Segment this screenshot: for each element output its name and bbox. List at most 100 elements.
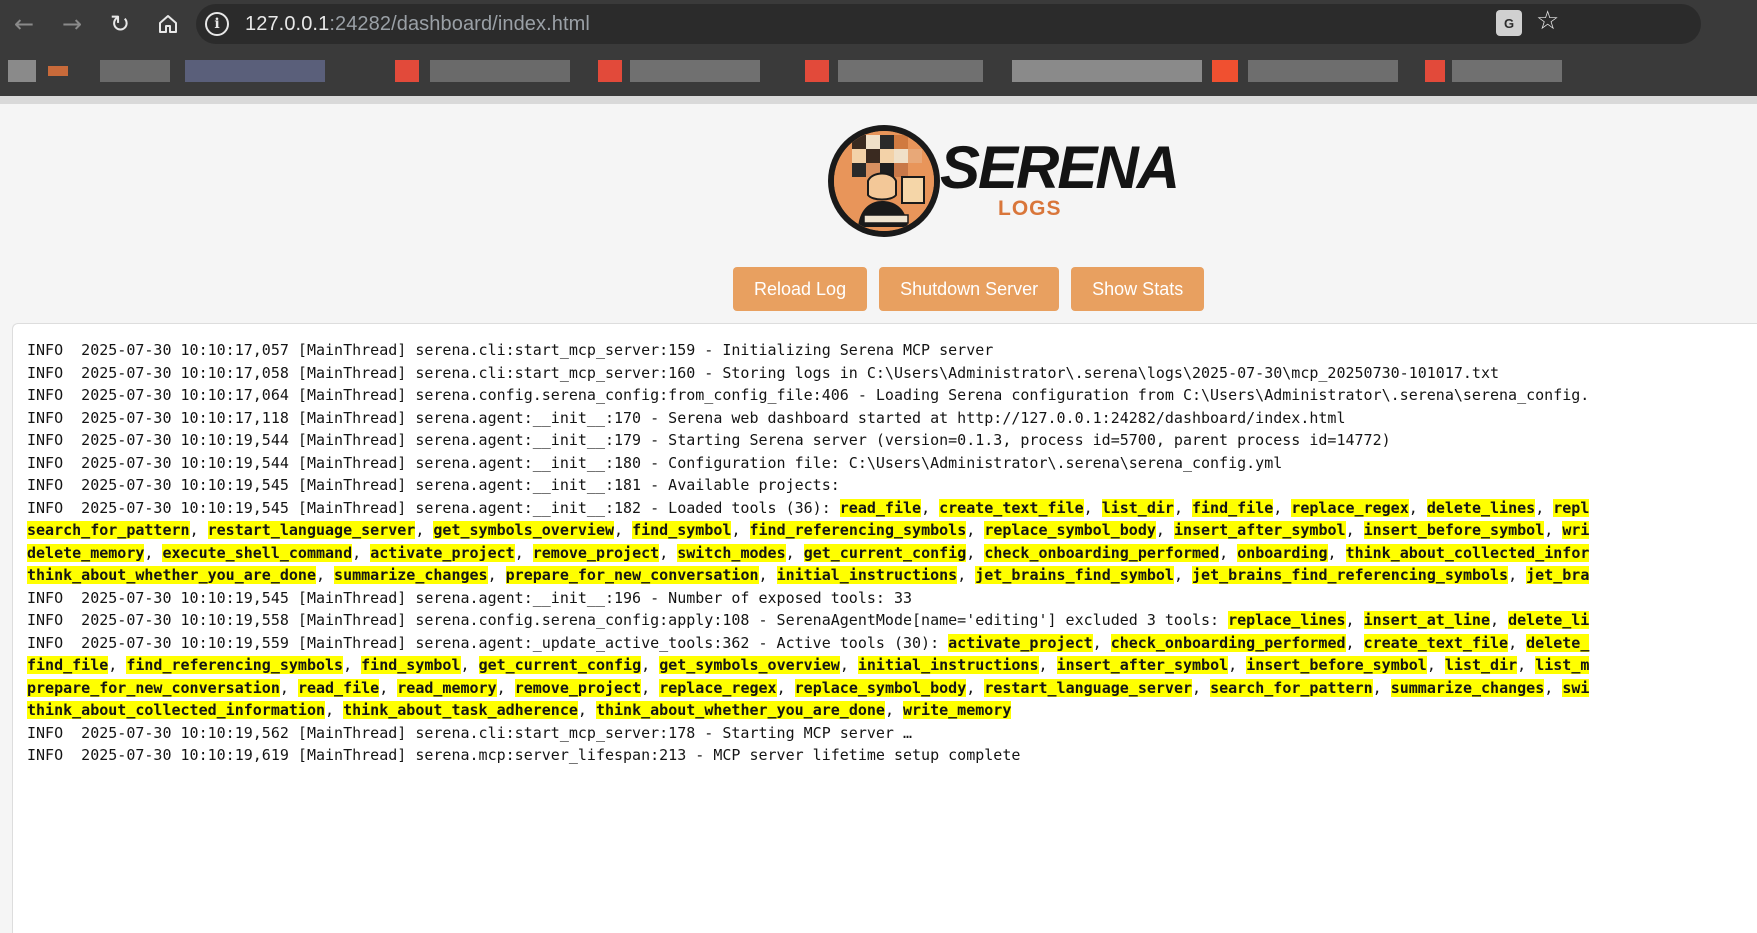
tool-separator: , <box>1408 498 1427 517</box>
address-bar[interactable]: i 127.0.0.1:24282/dashboard/index.html <box>196 4 1701 44</box>
tool-name-highlight: wri <box>1562 521 1590 539</box>
log-text: INFO 2025-07-30 10:10:19,545 [MainThread… <box>27 588 913 607</box>
tool-separator: , <box>758 566 777 584</box>
bookmark-item[interactable] <box>1012 60 1202 82</box>
tool-name-highlight: get_symbols_overview <box>659 656 840 674</box>
url-text[interactable]: 127.0.0.1:24282/dashboard/index.html <box>245 13 590 36</box>
tool-name-highlight: insert_at_line <box>1363 611 1490 629</box>
tool-separator: , <box>352 543 371 562</box>
shutdown-server-button[interactable]: Shutdown Server <box>879 267 1060 311</box>
tool-name-highlight: find_file <box>27 656 109 674</box>
log-line: INFO 2025-07-30 10:10:19,544 [MainThread… <box>27 452 1757 475</box>
tool-name-highlight: list_m <box>1535 656 1590 674</box>
tool-name-highlight: prepare_for_new_conversation <box>27 678 280 697</box>
bookmark-item[interactable] <box>185 60 325 82</box>
logo-avatar-icon <box>834 131 934 231</box>
tool-separator: , <box>460 656 479 674</box>
log-text: INFO 2025-07-30 10:10:17,118 [MainThread… <box>27 408 1346 427</box>
log-text: INFO 2025-07-30 10:10:17,064 [MainThread… <box>27 386 1590 404</box>
tool-separator: , <box>1173 498 1192 517</box>
tool-name-highlight: read_memory <box>397 678 497 697</box>
tool-name-highlight: execute_shell_command <box>162 543 353 562</box>
tool-separator: , <box>577 701 596 719</box>
tool-separator: , <box>1038 656 1057 674</box>
bookmark-item[interactable] <box>48 66 68 76</box>
url-path: :24282/dashboard/index.html <box>329 12 590 35</box>
translate-icon[interactable]: G <box>1496 10 1522 36</box>
reload-log-button[interactable]: Reload Log <box>733 267 868 311</box>
tool-name-highlight: jet_brains_find_symbol <box>975 566 1174 584</box>
bookmark-item[interactable] <box>1248 60 1398 82</box>
tool-name-highlight: activate_project <box>948 633 1093 652</box>
bookmark-item[interactable] <box>805 60 829 82</box>
bookmark-item[interactable] <box>598 60 622 82</box>
tool-separator: , <box>487 566 506 584</box>
tool-name-highlight: summarize_changes <box>334 566 488 584</box>
tool-name-highlight: jet_bra <box>1526 566 1590 584</box>
bookmark-item[interactable] <box>838 60 983 82</box>
tool-name-highlight: create_text_file <box>1363 633 1509 652</box>
tool-separator: , <box>343 656 362 674</box>
show-stats-button[interactable]: Show Stats <box>1071 267 1205 311</box>
log-line: find_file, find_referencing_symbols, fin… <box>27 654 1757 677</box>
action-buttons: Reload Log Shutdown Server Show Stats <box>733 267 1205 311</box>
log-line: INFO 2025-07-30 10:10:19,559 [MainThread… <box>27 632 1757 655</box>
star-icon[interactable]: ☆ <box>1536 6 1559 36</box>
tool-separator: , <box>189 521 208 539</box>
tool-name-highlight: delete_ <box>1526 633 1590 652</box>
tool-name-highlight: activate_project <box>370 543 515 562</box>
tool-name-highlight: delete_lines <box>1426 498 1536 517</box>
tool-separator: , <box>641 656 660 674</box>
bookmark-item[interactable] <box>630 60 760 82</box>
logo-subtitle: LOGS <box>998 197 1062 220</box>
tool-separator: , <box>415 521 434 539</box>
tool-separator: , <box>1345 521 1364 539</box>
tool-separator: , <box>315 566 335 584</box>
tool-separator: , <box>785 543 804 562</box>
log-prefix: INFO 2025-07-30 10:10:19,545 [MainThread… <box>27 498 840 517</box>
tool-separator: , <box>1228 656 1247 674</box>
log-prefix: INFO 2025-07-30 10:10:19,558 [MainThread… <box>27 611 1229 629</box>
info-icon[interactable]: i <box>205 12 229 36</box>
tool-separator: , <box>1173 566 1193 584</box>
bookmark-item[interactable] <box>395 60 419 82</box>
tool-name-highlight: remove_project <box>514 678 642 697</box>
browser-toolbar: ← → ↻ i 127.0.0.1:24282/dashboard/index.… <box>0 0 1757 48</box>
pixelated-strip <box>0 96 1757 104</box>
tool-separator: , <box>279 678 298 697</box>
home-icon[interactable] <box>144 0 192 48</box>
tool-name-highlight: find_symbol <box>361 656 461 674</box>
tool-name-highlight: think_about_collected_information <box>27 701 326 719</box>
back-arrow-icon[interactable]: ← <box>0 0 48 48</box>
tool-separator: , <box>839 656 858 674</box>
bookmark-item[interactable] <box>100 60 170 82</box>
tool-separator: , <box>966 521 985 539</box>
bookmark-item[interactable] <box>1212 60 1238 82</box>
bookmark-item[interactable] <box>1452 60 1562 82</box>
tool-separator: , <box>776 678 795 697</box>
tool-separator: , <box>325 701 344 719</box>
tool-name-highlight: write_memory <box>903 701 1012 719</box>
bookmark-item[interactable] <box>8 60 36 82</box>
bookmark-item[interactable] <box>1425 60 1445 82</box>
bookmark-item[interactable] <box>430 60 570 82</box>
logo-avatar-svg <box>834 131 934 231</box>
log-container[interactable]: INFO 2025-07-30 10:10:17,057 [MainThread… <box>12 323 1757 933</box>
reload-icon[interactable]: ↻ <box>96 0 144 48</box>
tool-separator: , <box>1327 543 1346 562</box>
tool-name-highlight: switch_modes <box>677 543 786 562</box>
tool-name-highlight: restart_language_server <box>984 678 1193 697</box>
tool-separator: , <box>1426 656 1445 674</box>
forward-arrow-icon[interactable]: → <box>48 0 96 48</box>
tool-name-highlight: get_current_config <box>803 543 967 562</box>
tool-separator: , <box>514 543 533 562</box>
log-line: INFO 2025-07-30 10:10:17,058 [MainThread… <box>27 362 1757 385</box>
tool-name-highlight: replace_regex <box>1291 498 1409 517</box>
tool-separator: , <box>379 678 398 697</box>
tool-separator: , <box>1508 566 1527 584</box>
logo-badge <box>828 125 940 237</box>
log-line: INFO 2025-07-30 10:10:19,562 [MainThread… <box>27 722 1757 745</box>
tool-name-highlight: search_for_pattern <box>1210 678 1373 697</box>
tool-name-highlight: summarize_changes <box>1390 678 1545 697</box>
tool-separator: , <box>1345 611 1364 629</box>
